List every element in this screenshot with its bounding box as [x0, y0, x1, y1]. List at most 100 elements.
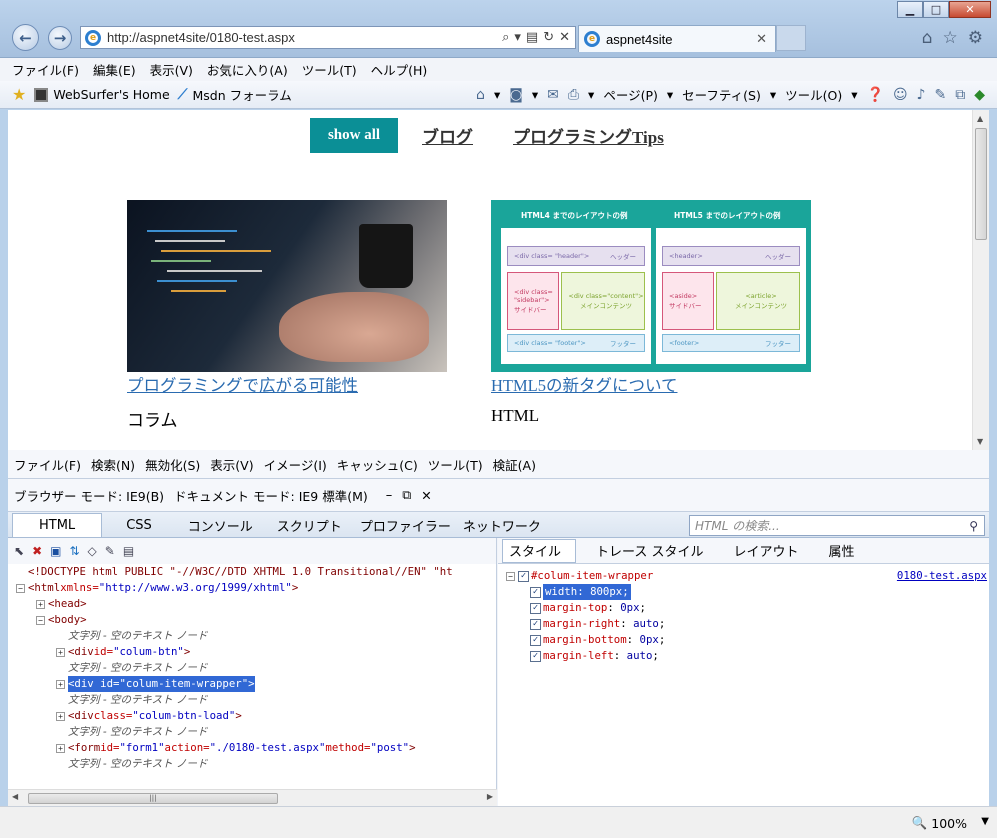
home-icon[interactable]: ⌂	[922, 28, 933, 48]
blog-icon[interactable]: ✎	[934, 87, 946, 103]
property-checkbox[interactable]: ✓	[530, 618, 541, 630]
menu-tools[interactable]: ツール(T)	[302, 60, 357, 79]
scroll-down-icon[interactable]: ▼	[977, 437, 983, 446]
dom-view-icon[interactable]: ▤	[123, 544, 134, 558]
tree-node-head[interactable]: + <head>	[12, 596, 497, 612]
expand-icon[interactable]: +	[56, 679, 65, 689]
menu-edit[interactable]: 編集(E)	[93, 60, 136, 79]
dt-menu-view[interactable]: 表示(V)	[210, 455, 253, 474]
html-search-input[interactable]: HTML の検索... ⚲	[689, 515, 985, 536]
tree-text-node[interactable]: 文字列 - 空のテキスト ノード	[12, 660, 497, 676]
tab-script[interactable]: スクリプト	[265, 513, 354, 537]
tree-text-node[interactable]: 文字列 - 空のテキスト ノード	[12, 628, 497, 644]
scroll-thumb[interactable]	[975, 128, 987, 240]
back-button[interactable]: ←	[12, 24, 39, 51]
close-icon[interactable]: ✕	[421, 488, 431, 503]
menu-help[interactable]: ヘルプ(H)	[371, 60, 428, 79]
tree-node-form[interactable]: + <form id= "form1" action= "./0180-test.as…	[12, 740, 497, 756]
favorites-star-icon[interactable]: ☆	[943, 28, 958, 48]
dt-menu-file[interactable]: ファイル(F)	[14, 455, 81, 474]
forward-button[interactable]: →	[48, 26, 72, 50]
home-icon[interactable]: ⌂	[476, 87, 485, 103]
tab-attributes[interactable]: 属性	[819, 541, 865, 560]
page-menu-button[interactable]: ページ(P)	[603, 85, 658, 104]
article-title[interactable]: HTML5の新タグについて	[491, 372, 811, 395]
minimize-icon[interactable]: –	[386, 488, 393, 503]
tab-html[interactable]: HTML	[12, 513, 103, 537]
tree-node-colum-btn-load[interactable]: + <div class= "colum-btn-load" >	[12, 708, 497, 724]
chevron-down-icon[interactable]: ▾	[588, 87, 594, 102]
tree-text-node[interactable]: 文字列 - 空のテキスト ノード	[12, 692, 497, 708]
scroll-up-icon[interactable]: ▲	[977, 114, 983, 123]
chevron-down-icon[interactable]: ▾	[532, 87, 538, 102]
selected-node-label[interactable]: <div id="colum-item-wrapper">	[68, 676, 255, 692]
refresh-icon[interactable]: ↻	[543, 30, 554, 45]
dt-menu-disable[interactable]: 無効化(S)	[145, 455, 200, 474]
collapse-icon[interactable]: −	[36, 615, 45, 625]
browser-tab[interactable]: e aspnet4site ✕	[578, 25, 776, 52]
html5-layout-diagram[interactable]: HTML4 までのレイアウトの例 HTML5 までのレイアウトの例 <div c…	[491, 200, 811, 372]
tree-node-html[interactable]: − <html xmlns= "http://www.w3.org/1999/xht…	[12, 580, 497, 596]
property-checkbox[interactable]: ✓	[530, 634, 541, 646]
help-icon[interactable]: ❓	[867, 87, 884, 103]
compat-view-icon[interactable]: ▤	[526, 30, 538, 45]
chevron-down-icon[interactable]: ▾	[494, 87, 500, 102]
minimize-button[interactable]: ▁	[897, 1, 923, 18]
expand-icon[interactable]: +	[36, 599, 45, 609]
tab-style[interactable]: スタイル	[502, 538, 577, 563]
edit-icon[interactable]: ✎	[105, 544, 115, 558]
blog-link[interactable]: ブログ	[422, 123, 473, 148]
rule-source-link[interactable]: 0180-test.aspx	[897, 568, 987, 584]
collapse-icon[interactable]: −	[506, 571, 515, 581]
property-checkbox[interactable]: ✓	[530, 602, 541, 614]
dt-menu-cache[interactable]: キャッシュ(C)	[337, 455, 418, 474]
property-checkbox[interactable]: ✓	[530, 650, 541, 662]
browser-mode-button[interactable]: ブラウザー モード: IE9(B)	[14, 486, 164, 505]
dt-menu-tools[interactable]: ツール(T)	[428, 455, 483, 474]
chevron-down-icon[interactable]: ▼	[981, 816, 989, 827]
gear-icon[interactable]: ⚙	[968, 28, 983, 48]
tools-menu-button[interactable]: ツール(O)	[785, 85, 842, 104]
clear-outline-icon[interactable]: ✖	[32, 544, 42, 558]
rule-checkbox[interactable]: ✓	[518, 570, 529, 582]
tree-node-colum-btn[interactable]: + <div id= "colum-btn" >	[12, 644, 497, 660]
search-icon[interactable]: ⌕	[502, 30, 509, 45]
tree-node-colum-item-wrapper[interactable]: + <div id="colum-item-wrapper">	[12, 676, 497, 692]
scroll-left-icon[interactable]: ◀	[12, 792, 18, 801]
select-element-icon[interactable]: ⬉	[14, 544, 24, 558]
word-wrap-icon[interactable]: ◇	[88, 544, 97, 558]
tab-console[interactable]: コンソール	[176, 513, 265, 537]
stop-icon[interactable]: ✕	[559, 30, 570, 45]
favorite-msdn[interactable]: ⟋ Msdn フォーラム	[178, 85, 292, 104]
undock-icon[interactable]: ⧉	[402, 487, 411, 503]
tips-link[interactable]: プログラミングTips	[513, 123, 664, 148]
tree-text-node[interactable]: 文字列 - 空のテキスト ノード	[12, 724, 497, 740]
tab-network[interactable]: ネットワーク	[457, 513, 547, 537]
collapse-icon[interactable]: −	[16, 583, 25, 593]
address-bar[interactable]: e http://aspnet4site/0180-test.aspx ⌕ ▾ …	[80, 26, 576, 49]
dt-menu-images[interactable]: イメージ(I)	[264, 455, 327, 474]
favorite-websurfer[interactable]: WebSurfer's Home	[34, 87, 170, 102]
selected-property[interactable]: width: 800px;	[543, 584, 631, 600]
save-icon[interactable]: ▣	[50, 544, 61, 558]
mail-icon[interactable]: ✉	[547, 87, 559, 103]
menu-file[interactable]: ファイル(F)	[12, 60, 79, 79]
laptop-photo[interactable]	[127, 200, 447, 372]
close-window-button[interactable]: ✕	[949, 1, 991, 18]
tree-text-node[interactable]: 文字列 - 空のテキスト ノード	[12, 756, 497, 772]
show-all-button[interactable]: show all	[310, 118, 398, 153]
refresh-dom-icon[interactable]: ⇅	[69, 544, 79, 558]
expand-icon[interactable]: +	[56, 647, 65, 657]
tab-profiler[interactable]: プロファイラー	[354, 513, 457, 537]
menu-favorites[interactable]: お気に入り(A)	[207, 60, 288, 79]
scroll-right-icon[interactable]: ▶	[487, 792, 493, 801]
tree-node-body[interactable]: − <body>	[12, 612, 497, 628]
scroll-thumb[interactable]: |||	[28, 793, 278, 804]
print-icon[interactable]: ⎙	[568, 87, 579, 103]
menu-view[interactable]: 表示(V)	[150, 60, 193, 79]
tab-layout[interactable]: レイアウト	[724, 541, 809, 560]
safety-menu-button[interactable]: セーフティ(S)	[682, 85, 761, 104]
expand-icon[interactable]: +	[56, 711, 65, 721]
dt-menu-validate[interactable]: 検証(A)	[493, 455, 536, 474]
maximize-button[interactable]: □	[923, 1, 949, 18]
